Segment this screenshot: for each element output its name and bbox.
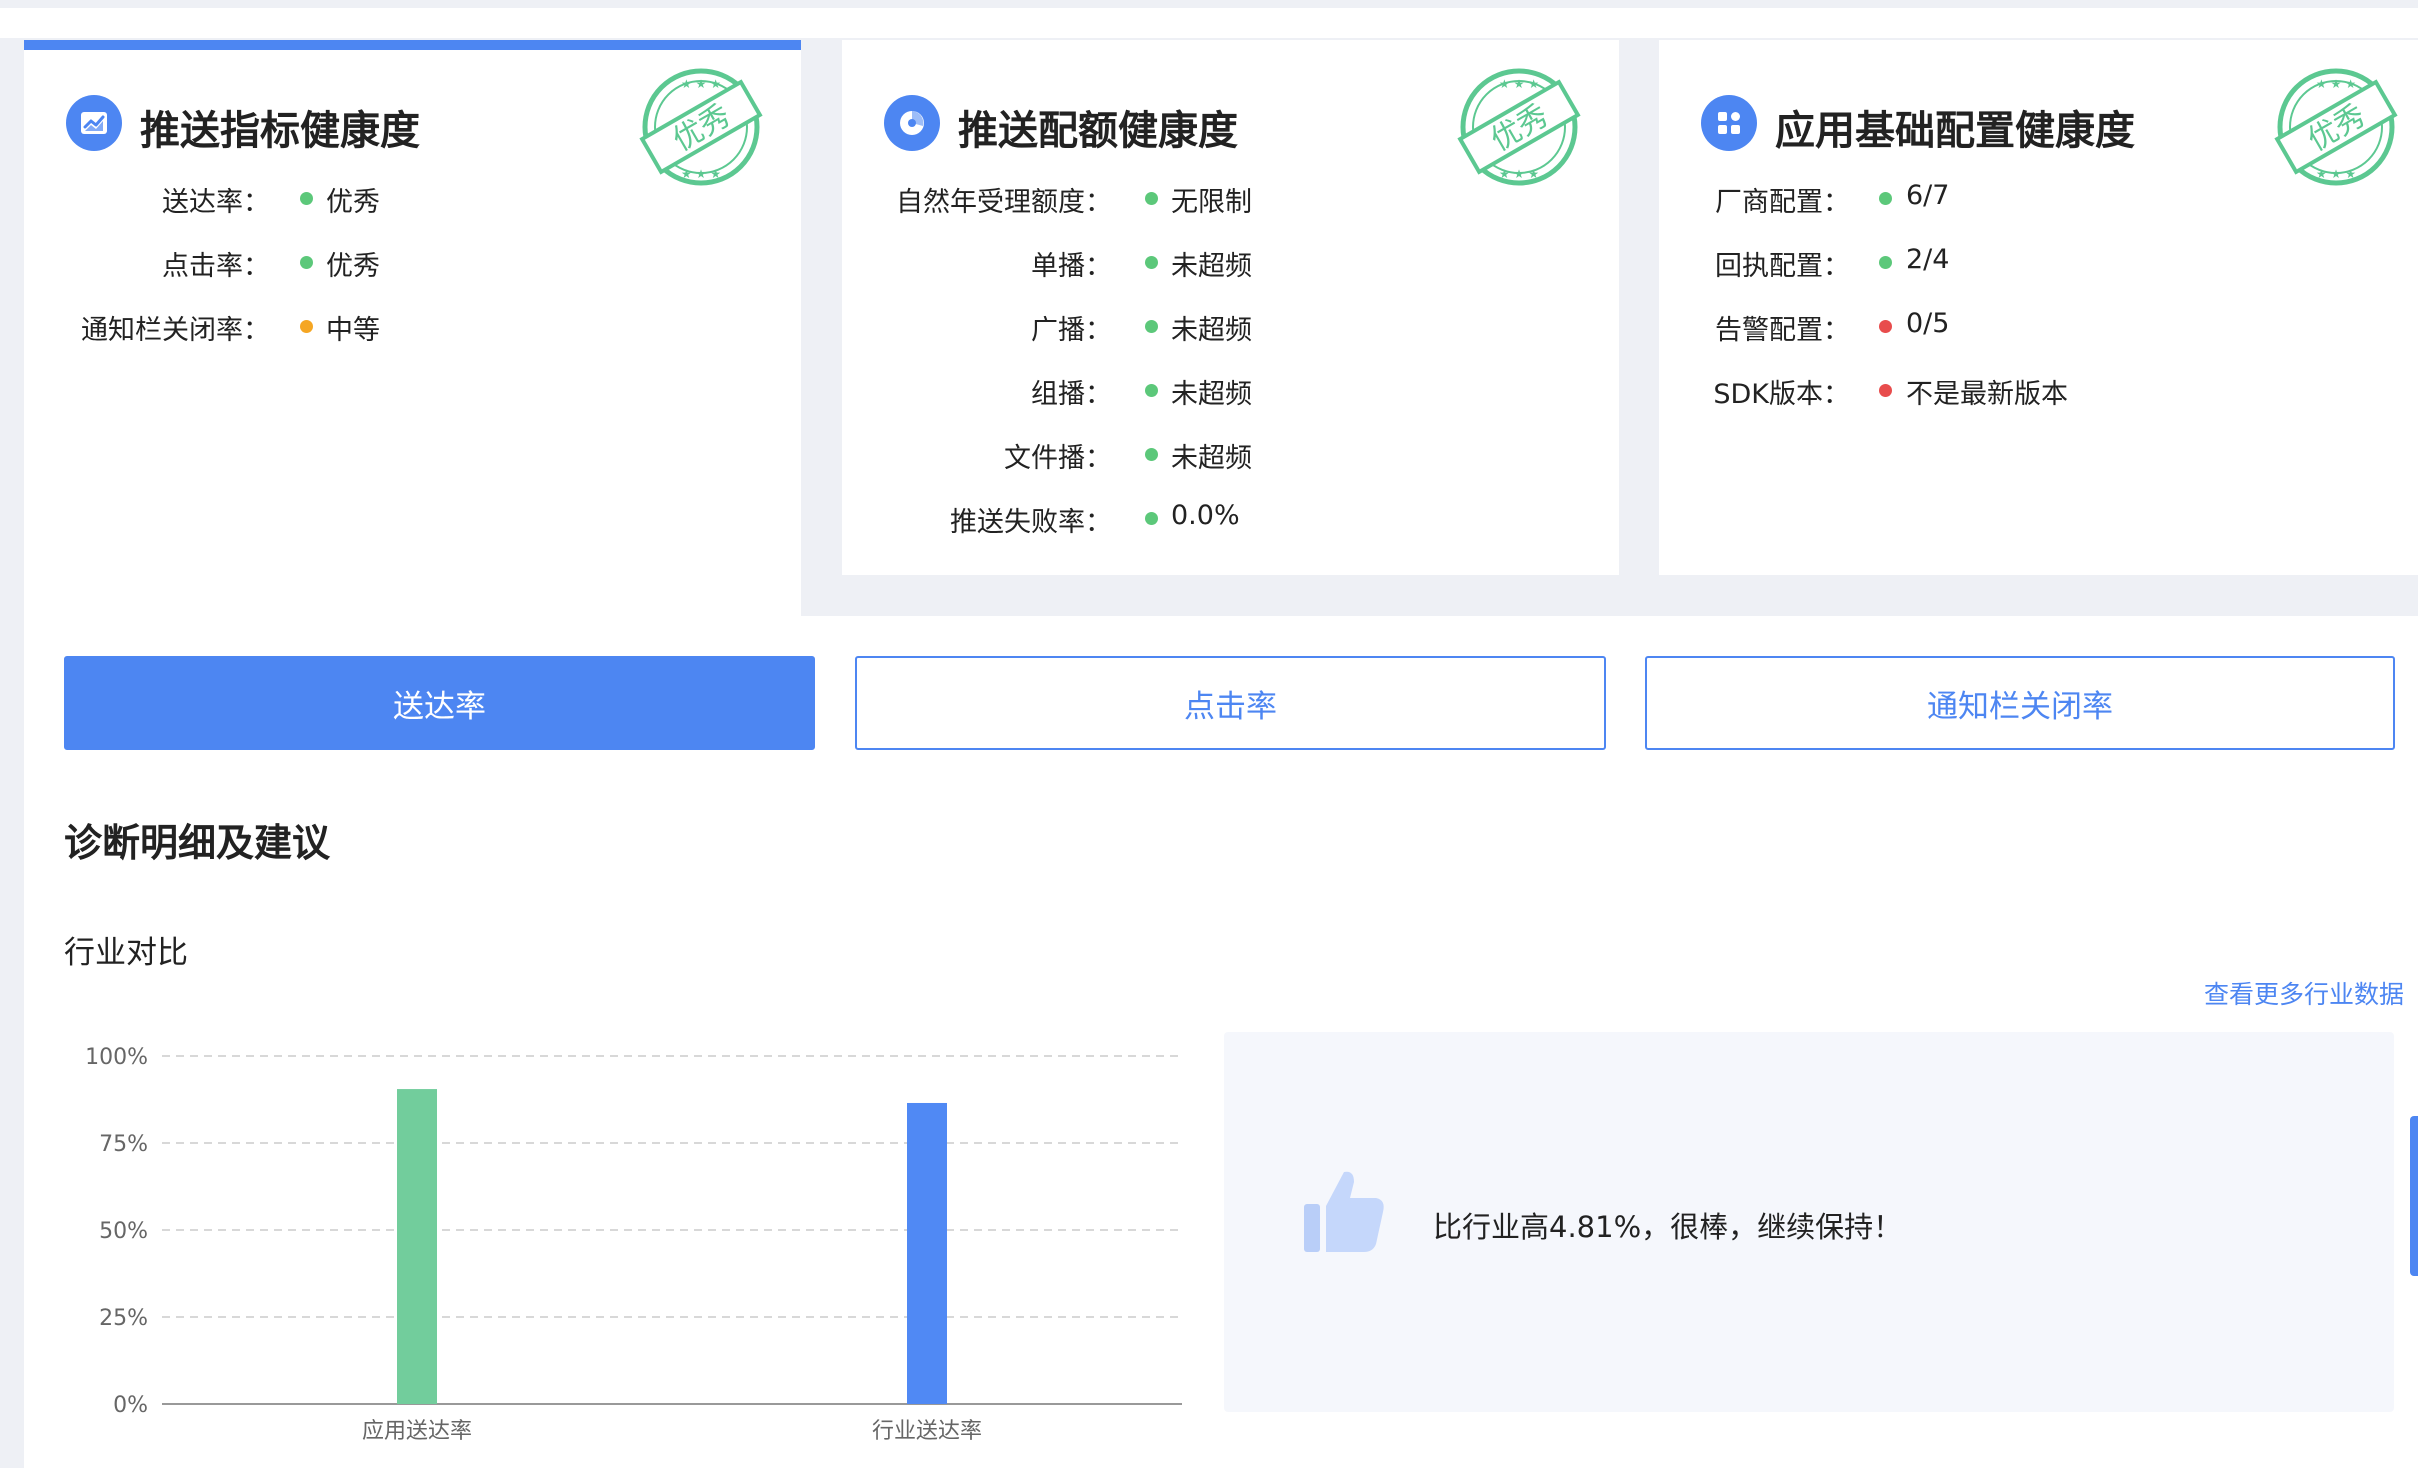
status-dot [300,320,313,333]
bar-app-delivery-rate[interactable] [397,1089,437,1404]
quota-value: 未超频 [1171,443,1252,474]
quota-value: 未超频 [1171,315,1252,346]
status-dot [1879,256,1892,269]
quota-value: 未超频 [1171,379,1252,410]
svg-text:★ ★ ★: ★ ★ ★ [681,77,721,91]
quota-value: 0.0% [1171,500,1240,531]
quota-label: 文件播： [1004,443,1112,474]
config-label: 告警配置： [1715,315,1850,346]
svg-text:★ ★ ★: ★ ★ ★ [2316,77,2356,91]
svg-text:★ ★ ★: ★ ★ ★ [681,167,721,181]
card-title: 应用基础配置健康度 [1775,108,2135,154]
status-dot [1145,320,1158,333]
status-dot [1879,192,1892,205]
config-label: 厂商配置： [1715,187,1850,218]
y-tick-label: 75% [99,1132,148,1157]
tab-click-rate[interactable]: 点击率 [855,656,1606,750]
config-label: 回执配置： [1715,251,1850,282]
status-dot [1145,448,1158,461]
excellent-stamp-icon: 优秀 ★ ★ ★ ★ ★ ★ [2271,62,2401,192]
config-value: 0/5 [1906,308,1950,339]
status-dot [1145,384,1158,397]
excellent-stamp-icon: 优秀 ★ ★ ★ ★ ★ ★ [636,62,766,192]
y-tick-label: 50% [99,1219,148,1244]
quota-label: 推送失败率： [950,507,1112,538]
trend-chart-icon [66,95,122,151]
status-dot [1145,192,1158,205]
status-dot [1879,320,1892,333]
metric-value-delivery: 优秀 [326,187,380,218]
industry-compare-title: 行业对比 [64,935,188,971]
more-industry-data-link[interactable]: 查看更多行业数据 [2204,975,2404,1011]
y-tick-label: 25% [99,1306,148,1331]
apps-grid-icon [1701,95,1757,151]
tab-close-rate[interactable]: 通知栏关闭率 [1645,656,2395,750]
status-dot [1879,384,1892,397]
x-tick-label: 行业送达率 [872,1419,982,1444]
config-value: 6/7 [1906,180,1950,211]
quota-value: 未超频 [1171,251,1252,282]
metric-value-close: 中等 [326,315,380,346]
side-float-tab[interactable] [2410,1116,2418,1276]
config-value: 不是最新版本 [1906,379,2068,410]
card-title: 推送配额健康度 [958,108,1238,154]
top-gray-bar [0,0,2418,8]
tab-delivery-rate[interactable]: 送达率 [64,656,815,750]
excellent-stamp-icon: 优秀 ★ ★ ★ ★ ★ ★ [1454,62,1584,192]
quota-label: 广播： [1031,315,1112,346]
config-label: SDK版本： [1713,379,1850,410]
svg-text:★ ★ ★: ★ ★ ★ [1499,77,1539,91]
pie-chart-icon [884,95,940,151]
bar-industry-delivery-rate[interactable] [907,1102,947,1404]
thumbs-up-icon [1300,1166,1386,1256]
metric-value-click: 优秀 [326,251,380,282]
quota-label: 组播： [1031,379,1112,410]
y-tick-label: 0% [113,1393,148,1418]
quota-label: 自然年受理额度： [896,187,1112,218]
advice-text: 比行业高4.81%，很棒，继续保持！ [1433,1210,1903,1244]
svg-text:★ ★ ★: ★ ★ ★ [1499,167,1539,181]
industry-compare-chart: 0% 25% 50% 75% 100% 应用送达率 行业送达率 [85,1045,1182,1444]
metric-label-delivery: 送达率： [162,187,270,218]
config-value: 2/4 [1906,244,1950,275]
status-dot [1145,512,1158,525]
quota-label: 单播： [1031,251,1112,282]
metric-label-close: 通知栏关闭率： [81,315,270,346]
svg-text:★ ★ ★: ★ ★ ★ [2316,167,2356,181]
card-title: 推送指标健康度 [140,108,420,154]
status-dot [1145,256,1158,269]
status-dot [300,192,313,205]
status-dot [300,256,313,269]
quota-value: 无限制 [1171,187,1252,218]
y-tick-label: 100% [85,1045,148,1070]
section-title: 诊断明细及建议 [64,821,331,865]
active-card-accent [24,40,801,50]
x-tick-label: 应用送达率 [362,1419,472,1444]
metric-label-click: 点击率： [162,251,270,282]
left-gray-strip [0,38,24,1468]
